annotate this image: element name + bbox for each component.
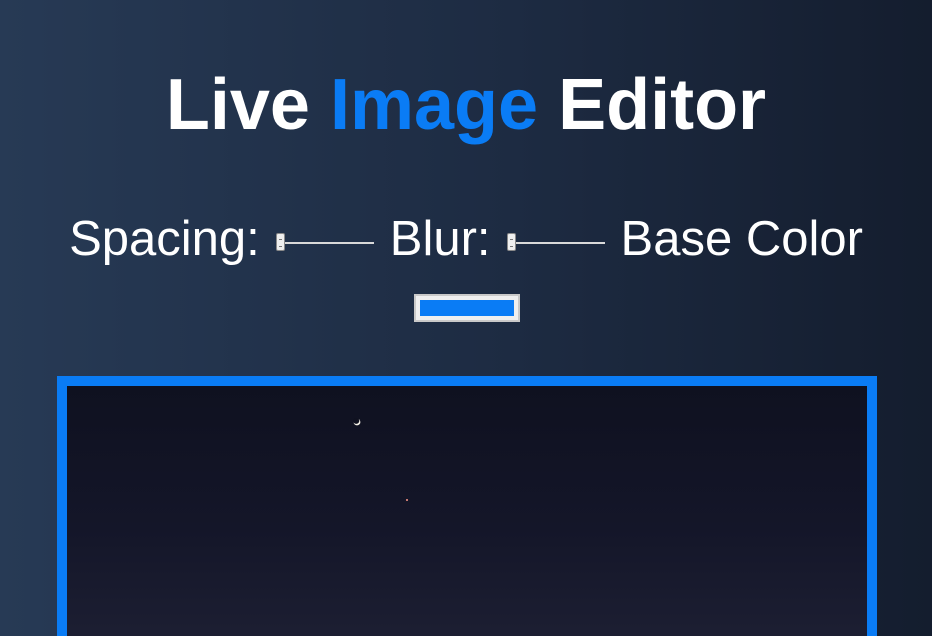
title-word-editor: Editor [538, 65, 767, 145]
moon-icon [353, 418, 361, 426]
blur-slider-thumb[interactable] [506, 233, 516, 251]
blur-label: Blur: [389, 212, 491, 266]
image-preview-frame [57, 376, 877, 636]
title-word-image: Image [329, 65, 539, 145]
spacing-slider-track[interactable] [275, 242, 374, 244]
blur-slider[interactable] [506, 233, 605, 253]
star-icon [406, 499, 408, 501]
base-color-label: Base Color [620, 212, 863, 266]
base-color-picker[interactable] [414, 294, 520, 322]
spacing-slider-thumb[interactable] [275, 233, 285, 251]
base-color-swatch[interactable] [420, 300, 514, 316]
blur-slider-track[interactable] [506, 242, 605, 244]
spacing-label: Spacing: [69, 212, 260, 266]
title-word-live: Live [165, 65, 330, 145]
spacing-slider[interactable] [275, 233, 374, 253]
page-title: Live Image Editor [0, 62, 932, 148]
controls-bar: Spacing: Blur: Base Color [0, 206, 932, 272]
